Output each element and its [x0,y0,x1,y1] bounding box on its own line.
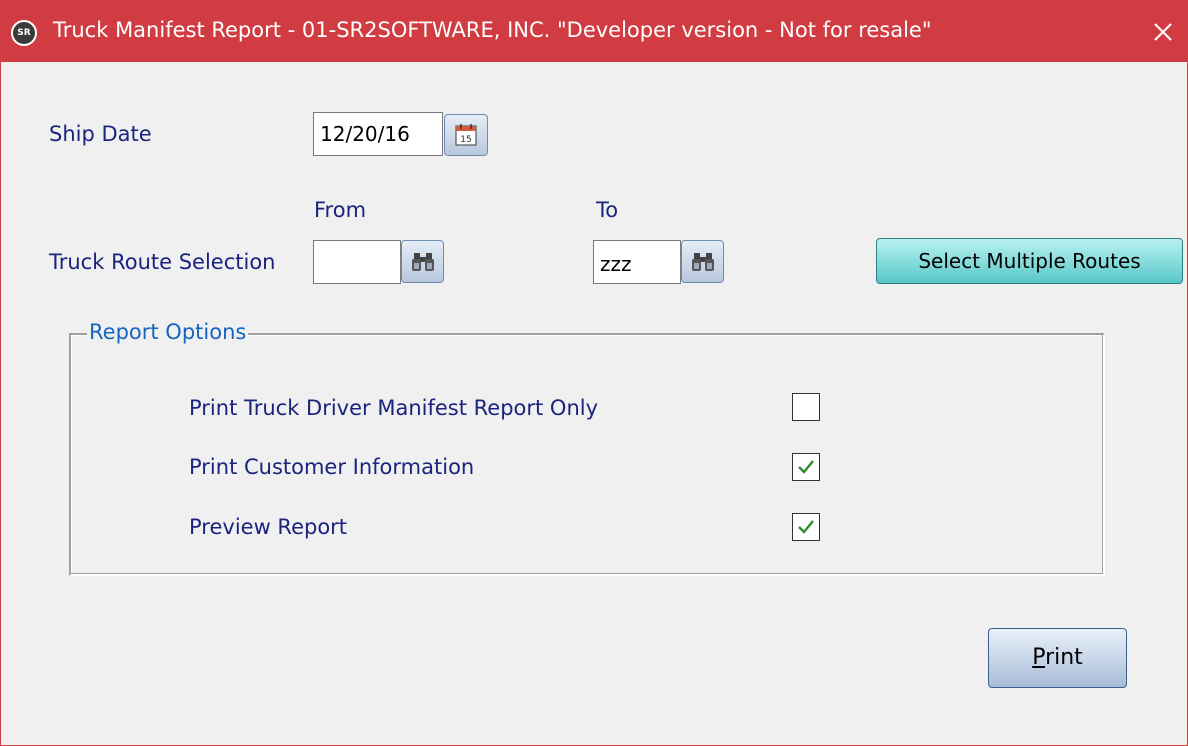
print-button-label: rint [1045,645,1083,670]
option-label-preview-report: Preview Report [189,515,348,539]
truck-route-label: Truck Route Selection [49,250,276,274]
report-window: SR Truck Manifest Report - 01-SR2SOFTWAR… [0,0,1188,746]
route-to-input[interactable]: zzz [593,240,681,284]
title-bar[interactable]: SR Truck Manifest Report - 01-SR2SOFTWAR… [1,0,1188,62]
checkbox-preview-report[interactable] [792,513,820,541]
calendar-day-text: 15 [460,135,471,145]
calendar-icon: 15 [455,124,477,146]
calendar-button[interactable]: 15 [444,114,488,156]
option-label-customer-information: Print Customer Information [189,455,475,479]
window-title: Truck Manifest Report - 01-SR2SOFTWARE, … [53,18,932,42]
checkbox-customer-information[interactable] [792,453,820,481]
binoculars-icon [691,252,714,271]
ship-date-input[interactable]: 12/20/16 [313,112,443,156]
app-logo-icon: SR [11,20,37,46]
route-from-input[interactable] [313,240,401,284]
option-label-driver-manifest-only: Print Truck Driver Manifest Report Only [189,396,599,420]
route-to-lookup-button[interactable] [681,240,724,283]
report-options-legend: Report Options [87,320,249,344]
ship-date-label: Ship Date [49,122,152,146]
check-mark-icon [798,460,814,474]
close-button[interactable] [1141,10,1185,54]
checkbox-driver-manifest-only[interactable] [792,393,820,421]
select-multiple-routes-button[interactable]: Select Multiple Routes [876,238,1183,284]
from-label: From [314,198,367,222]
route-from-lookup-button[interactable] [401,240,444,283]
check-mark-icon [798,520,814,534]
print-button-mnemonic: P [1032,645,1046,670]
to-label: To [596,198,619,222]
close-icon [1154,23,1172,41]
binoculars-icon [411,252,434,271]
print-button[interactable]: Print [988,628,1127,688]
